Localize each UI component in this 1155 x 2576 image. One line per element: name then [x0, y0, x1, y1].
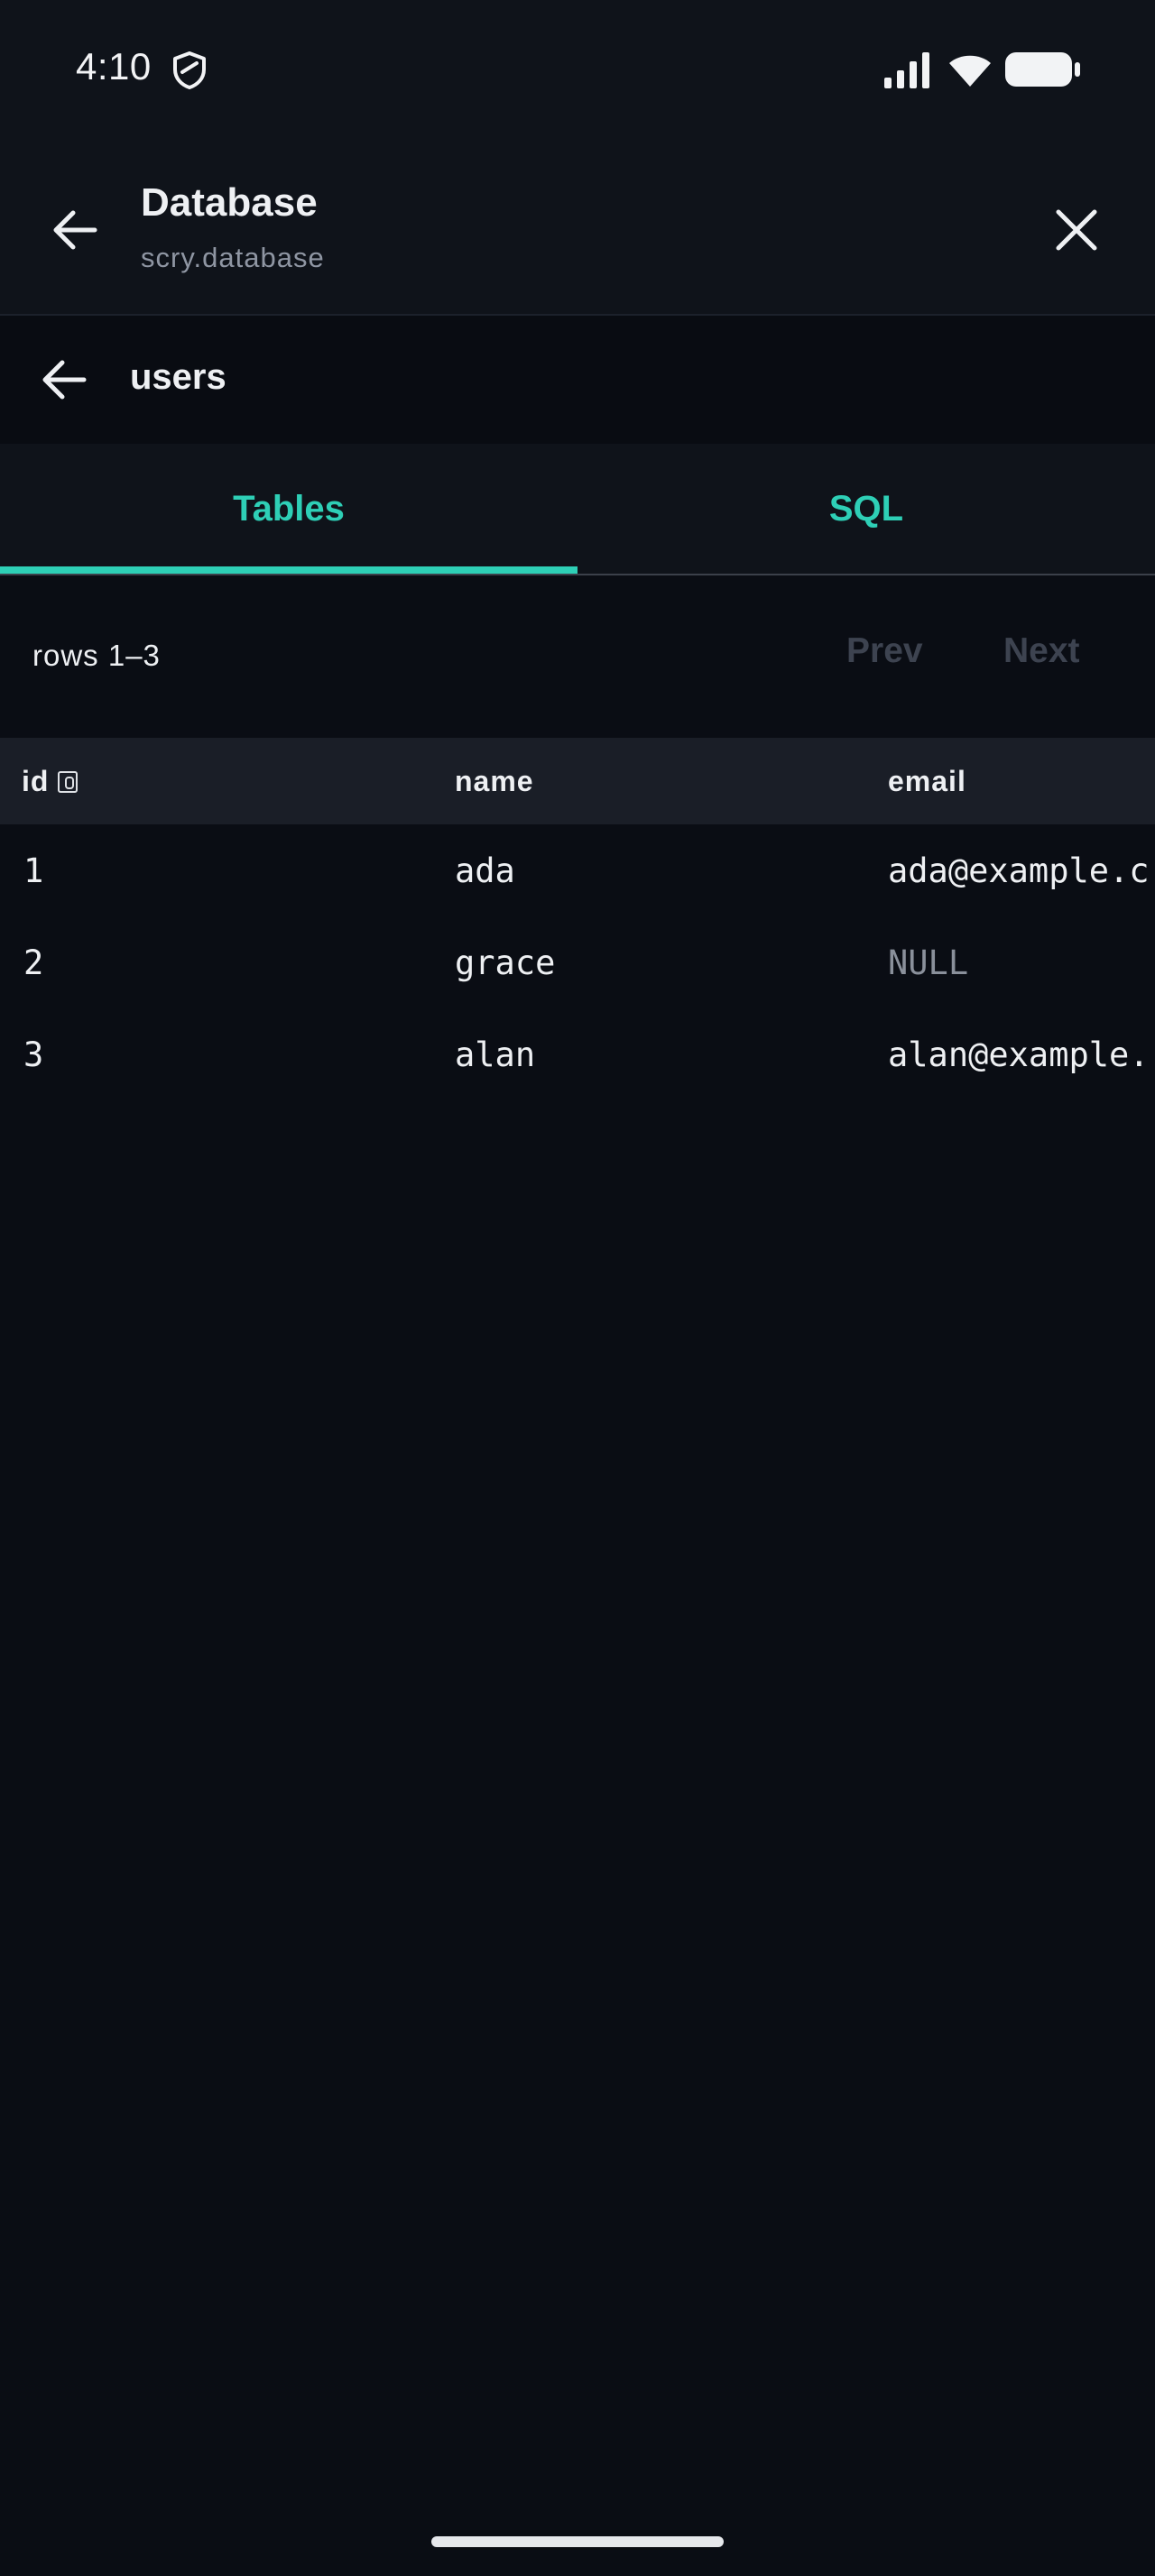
- app-subtitle: scry.database: [141, 242, 325, 273]
- column-header-name[interactable]: name: [455, 765, 534, 798]
- battery-icon: [1005, 52, 1080, 87]
- table-back-button[interactable]: [34, 350, 94, 409]
- cell-id: 3: [23, 1035, 44, 1074]
- column-header-email[interactable]: email: [888, 765, 966, 798]
- cell-id: 1: [23, 851, 44, 890]
- table-name: users: [130, 357, 226, 397]
- close-icon: [1056, 209, 1097, 251]
- table-row[interactable]: 1 ada ada@example.c: [0, 824, 1155, 916]
- key-icon: [58, 771, 79, 793]
- rows-range-label: rows 1–3: [32, 639, 161, 672]
- cell-email-null: NULL: [888, 943, 969, 982]
- wifi-icon: [949, 55, 991, 87]
- app-bar: Database scry.database: [0, 144, 1155, 316]
- grid-header: id name email: [0, 738, 1155, 824]
- back-button[interactable]: [45, 200, 105, 260]
- prev-button[interactable]: Prev: [846, 631, 923, 671]
- tab-indicator: [0, 566, 578, 574]
- shield-icon: [173, 51, 206, 89]
- column-header-label: name: [455, 765, 534, 797]
- table-row[interactable]: 2 grace NULL: [0, 916, 1155, 1008]
- column-header-id[interactable]: id: [22, 765, 79, 798]
- cell-email: ada@example.c: [888, 851, 1150, 890]
- grid-body: 1 ada ada@example.c 2 grace NULL 3 alan …: [0, 824, 1155, 1100]
- home-indicator[interactable]: [431, 2536, 724, 2547]
- cell-id: 2: [23, 943, 44, 982]
- tab-sql[interactable]: SQL: [578, 444, 1155, 574]
- pager: rows 1–3 Prev Next: [0, 575, 1155, 738]
- arrow-left-icon: [53, 210, 97, 250]
- app-title: Database: [141, 180, 318, 225]
- cell-email: alan@example.: [888, 1035, 1150, 1074]
- cell-name: grace: [455, 943, 556, 982]
- cell-name: ada: [455, 851, 515, 890]
- next-button[interactable]: Next: [1003, 631, 1080, 671]
- column-header-label: id: [22, 765, 50, 797]
- status-bar: 4:10: [0, 0, 1155, 144]
- close-button[interactable]: [1047, 200, 1106, 260]
- tab-bar: Tables SQL: [0, 444, 1155, 575]
- table-row[interactable]: 3 alan alan@example.: [0, 1008, 1155, 1100]
- cell-name: alan: [455, 1035, 536, 1074]
- status-time: 4:10: [76, 45, 152, 87]
- signal-icon: [884, 52, 929, 88]
- arrow-left-icon: [42, 360, 87, 400]
- table-bar: users: [0, 316, 1155, 444]
- tab-tables[interactable]: Tables: [0, 444, 578, 574]
- column-header-label: email: [888, 765, 966, 797]
